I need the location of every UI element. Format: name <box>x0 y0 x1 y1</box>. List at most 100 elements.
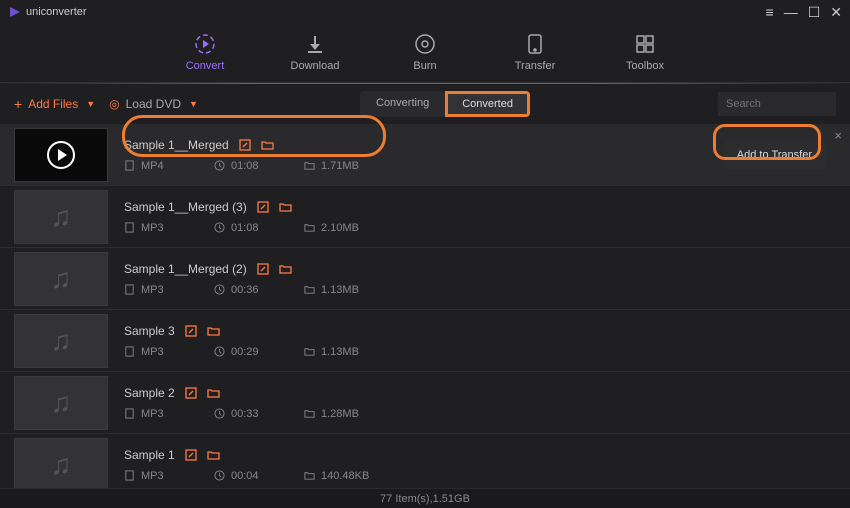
file-icon <box>124 284 135 295</box>
item-size: 140.48KB <box>321 470 369 482</box>
add-to-transfer-button[interactable]: Add to Transfer <box>723 141 826 169</box>
maximize-icon[interactable]: ☐ <box>808 4 821 21</box>
item-actions: Add to Transfer <box>723 124 836 185</box>
search-box[interactable] <box>718 92 836 116</box>
edit-icon[interactable] <box>185 325 197 337</box>
list-item[interactable]: Sample 1__MergedMP401:081.71MBAdd to Tra… <box>0 124 850 186</box>
item-duration: 00:04 <box>231 470 259 482</box>
nav-label: Burn <box>413 60 436 72</box>
tab-label: Converted <box>462 98 513 110</box>
download-icon <box>303 32 327 56</box>
open-folder-icon[interactable] <box>207 387 220 399</box>
minimize-icon[interactable]: — <box>784 4 798 20</box>
menu-icon[interactable]: ≡ <box>766 4 774 20</box>
open-folder-icon[interactable] <box>279 263 292 275</box>
burn-icon <box>413 32 437 56</box>
item-format: MP3 <box>141 470 164 482</box>
edit-icon[interactable] <box>185 449 197 461</box>
item-title: Sample 1__Merged (3) <box>124 200 247 214</box>
status-total-size: 1.51GB <box>433 493 470 505</box>
toolbar: + Add Files ▼ ◎ Load DVD ▼ Converting Co… <box>0 84 850 124</box>
item-info: Sample 1__Merged (3)MP301:082.10MB <box>108 186 836 247</box>
item-format: MP3 <box>141 284 164 296</box>
nav-toolbox[interactable]: Toolbox <box>615 32 675 72</box>
remove-item-icon[interactable]: × <box>834 128 842 143</box>
clock-icon <box>214 284 225 295</box>
folder-icon <box>304 160 315 171</box>
nav-transfer[interactable]: Transfer <box>505 32 565 72</box>
edit-icon[interactable] <box>185 387 197 399</box>
search-input[interactable] <box>726 98 828 110</box>
status-item-count: 77 Item(s) <box>380 493 430 505</box>
audio-thumbnail[interactable]: ♫ <box>14 438 108 490</box>
status-bar: 77 Item(s),1.51GB <box>0 488 850 508</box>
transfer-icon <box>523 32 547 56</box>
file-icon <box>124 408 135 419</box>
music-note-icon: ♫ <box>51 201 72 233</box>
video-thumbnail[interactable] <box>14 128 108 182</box>
open-folder-icon[interactable] <box>207 449 220 461</box>
audio-thumbnail[interactable]: ♫ <box>14 314 108 368</box>
item-duration: 00:29 <box>231 346 259 358</box>
add-files-label: Add Files <box>28 97 78 111</box>
list-item[interactable]: ♫ Sample 2MP300:331.28MB <box>0 372 850 434</box>
app-logo: uniconverter <box>8 5 87 19</box>
nav-label: Download <box>291 60 340 72</box>
nav-convert[interactable]: Convert <box>175 32 235 72</box>
chevron-down-icon[interactable]: ▼ <box>86 99 95 109</box>
chevron-down-icon[interactable]: ▼ <box>189 99 198 109</box>
add-files-button[interactable]: + Add Files ▼ <box>14 96 95 112</box>
item-title: Sample 1__Merged (2) <box>124 262 247 276</box>
edit-icon[interactable] <box>239 139 251 151</box>
item-format: MP3 <box>141 346 164 358</box>
plus-icon: + <box>14 96 22 112</box>
load-dvd-button[interactable]: ◎ Load DVD ▼ <box>109 97 198 111</box>
list-item[interactable]: ♫Sample 1__Merged (2)MP300:361.13MB <box>0 248 850 310</box>
nav-label: Toolbox <box>626 60 664 72</box>
audio-thumbnail[interactable]: ♫ <box>14 376 108 430</box>
list-item[interactable]: ♫Sample 3MP300:291.13MB <box>0 310 850 372</box>
item-duration: 00:36 <box>231 284 259 296</box>
play-icon <box>47 141 75 169</box>
nav-burn[interactable]: Burn <box>395 32 455 72</box>
item-format: MP3 <box>141 222 164 234</box>
clock-icon <box>214 160 225 171</box>
edit-icon[interactable] <box>257 263 269 275</box>
main-nav: Convert Download Burn Transfer Toolbox <box>0 24 850 82</box>
item-title: Sample 1__Merged <box>124 138 229 152</box>
titlebar: uniconverter ≡ — ☐ ✕ <box>0 0 850 24</box>
tab-converting[interactable]: Converting <box>360 91 445 117</box>
music-note-icon: ♫ <box>51 449 72 481</box>
tab-converted[interactable]: Converted <box>445 91 530 117</box>
item-info: Sample 2MP300:331.28MB <box>108 372 836 433</box>
item-duration: 01:08 <box>231 222 259 234</box>
folder-icon <box>304 408 315 419</box>
item-duration: 01:08 <box>231 160 259 172</box>
item-size: 1.71MB <box>321 160 359 172</box>
list-item[interactable]: ♫Sample 1MP300:04140.48KB <box>0 434 850 490</box>
tab-label: Converting <box>376 97 429 109</box>
nav-download[interactable]: Download <box>285 32 345 72</box>
disc-icon: ◎ <box>109 97 119 111</box>
music-note-icon: ♫ <box>51 325 72 357</box>
clock-icon <box>214 470 225 481</box>
music-note-icon: ♫ <box>51 387 72 419</box>
list-item[interactable]: ♫Sample 1__Merged (3)MP301:082.10MB <box>0 186 850 248</box>
file-icon <box>124 222 135 233</box>
open-folder-icon[interactable] <box>279 201 292 213</box>
open-folder-icon[interactable] <box>261 139 274 151</box>
nav-label: Transfer <box>515 60 556 72</box>
clock-icon <box>214 408 225 419</box>
audio-thumbnail[interactable]: ♫ <box>14 252 108 306</box>
open-folder-icon[interactable] <box>207 325 220 337</box>
music-note-icon: ♫ <box>51 263 72 295</box>
toolbox-icon <box>633 32 657 56</box>
load-dvd-label: Load DVD <box>126 97 181 111</box>
item-title: Sample 2 <box>124 386 175 400</box>
audio-thumbnail[interactable]: ♫ <box>14 190 108 244</box>
edit-icon[interactable] <box>257 201 269 213</box>
folder-icon <box>304 284 315 295</box>
close-window-icon[interactable]: ✕ <box>830 4 842 21</box>
file-icon <box>124 160 135 171</box>
folder-icon <box>304 222 315 233</box>
